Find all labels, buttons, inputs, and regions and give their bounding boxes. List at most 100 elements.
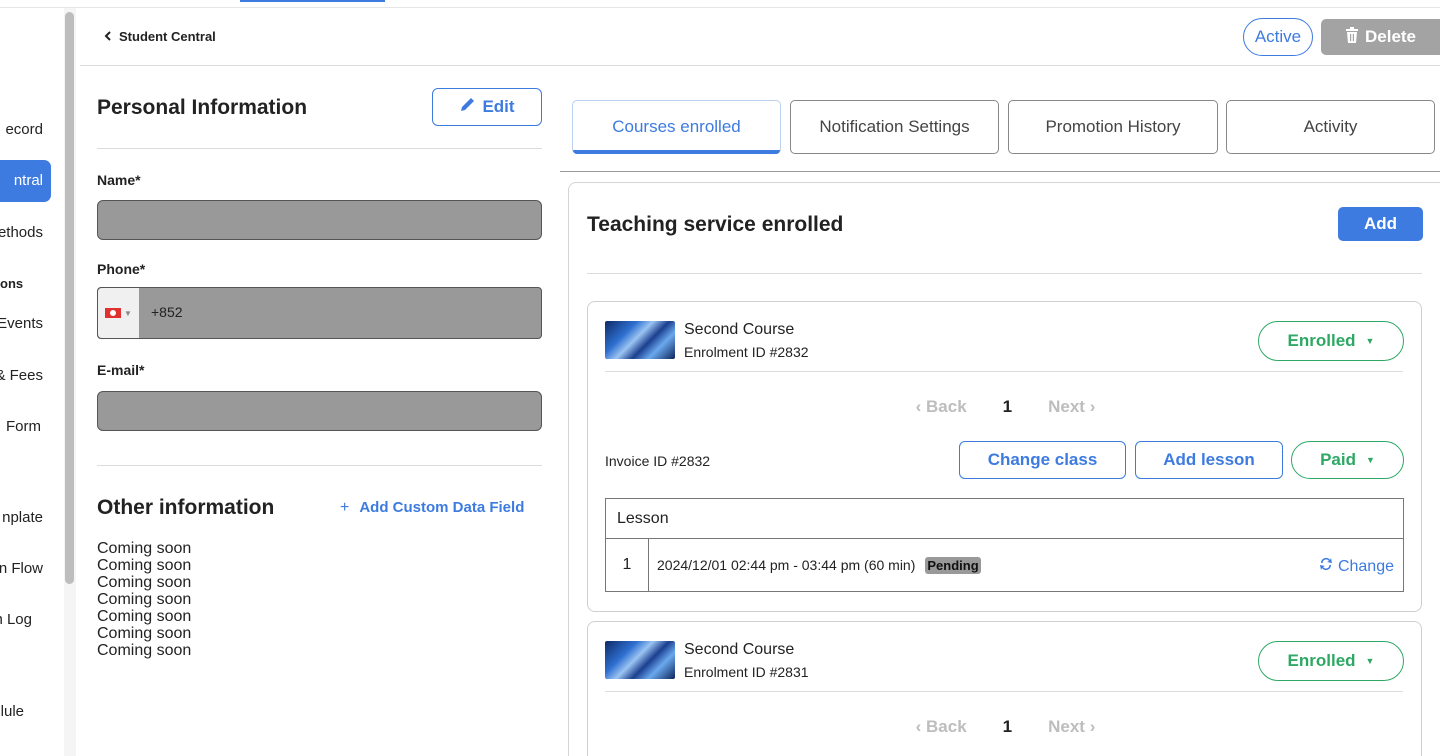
pager-back[interactable]: ‹ Back [916,397,967,417]
delete-button[interactable]: Delete [1321,19,1440,55]
add-lesson-button[interactable]: Add lesson [1135,441,1283,479]
enrolment-card: Second Course Enrolment ID #2831 Enrolle… [587,621,1422,756]
other-info-line: Coming soon [97,642,192,659]
pager-next-label: Next [1048,717,1085,736]
country-code-selector[interactable]: ▼ [98,288,140,338]
section-divider [97,148,542,149]
enrolment-id: Enrolment ID #2831 [684,664,809,680]
sidebar-item-schedule[interactable]: lule [0,691,51,733]
pager-next[interactable]: Next › [1048,397,1095,417]
table-row: 1 2024/12/01 02:44 pm - 03:44 pm (60 min… [606,539,1403,591]
phone-field[interactable]: ▼ +852 [97,287,542,339]
other-info-list: Coming soon Coming soon Coming soon Comi… [97,540,191,659]
phone-country-code: +852 [151,304,183,320]
other-info-line: Coming soon [97,540,192,557]
section-divider [97,465,542,466]
add-custom-field-label: Add Custom Data Field [359,499,525,516]
lesson-time: 2024/12/01 02:44 pm - 03:44 pm (60 min) [657,557,916,573]
sidebar-item-template[interactable]: nplate [0,497,51,539]
enrolment-status-dropdown[interactable]: Enrolled ▼ [1258,641,1404,681]
sync-icon [1318,556,1334,577]
sidebar-item-fees[interactable]: & Fees [0,355,51,397]
enrolment-divider [605,691,1403,692]
enrolment-status-label: Enrolled [1287,651,1356,670]
sidebar-item-flow[interactable]: n Flow [0,548,51,590]
name-label: Name* [97,172,141,188]
back-link[interactable]: Student Central [104,29,216,44]
caret-down-icon: ▼ [124,308,132,318]
top-strip [0,0,1440,8]
tab-activity[interactable]: Activity [1226,100,1435,154]
courses-panel: Courses enrolled Notification Settings P… [560,66,1440,756]
top-tab-indicator [240,0,385,2]
sidebar-item-form[interactable]: Form [0,406,51,448]
other-info-line: Coming soon [97,625,192,642]
sidebar-item-events[interactable]: Events [0,303,51,345]
card-divider [587,273,1422,274]
change-class-button[interactable]: Change class [959,441,1126,479]
change-lesson-link[interactable]: Change [1318,556,1394,577]
change-lesson-label: Change [1337,557,1394,575]
enrolment-card: Second Course Enrolment ID #2832 Enrolle… [587,301,1422,612]
email-field[interactable] [97,391,542,431]
other-info-line: Coming soon [97,591,192,608]
caret-down-icon: ▼ [1365,455,1375,465]
other-info-line: Coming soon [97,574,192,591]
course-name: Second Course [684,321,795,338]
tab-label: Courses enrolled [612,117,741,136]
payment-status-dropdown[interactable]: Paid ▼ [1291,441,1404,479]
pager-next-label: Next [1048,397,1085,416]
lesson-table-header: Lesson [606,499,1403,539]
back-link-label: Student Central [119,29,216,44]
lesson-number: 1 [606,539,649,591]
lesson-pager: ‹ Back 1 Next › [588,397,1423,417]
trash-icon [1345,26,1359,48]
course-thumbnail [605,641,675,679]
sidebar-item-record[interactable]: ecord [0,109,51,151]
sidebar-item-student-central[interactable]: ntral [0,160,51,202]
chevron-left-icon [104,29,113,44]
edit-button[interactable]: Edit [432,88,542,126]
email-label: E-mail* [97,362,145,378]
pager-back-label: Back [926,717,967,736]
sidebar-section-heading: ons [0,276,24,291]
add-enrolment-button[interactable]: Add [1338,207,1423,241]
active-tab-indicator [573,150,780,154]
page-header: Student Central Active Delete [80,8,1440,66]
scrollbar-thumb[interactable] [65,12,74,584]
tab-label: Activity [1303,117,1358,136]
pager-current-page: 1 [1002,717,1013,736]
sidebar-item-log[interactable]: n Log [0,599,51,641]
status-toggle[interactable]: Active [1243,18,1313,56]
sidebar-scrollbar[interactable] [64,8,76,756]
other-info-title: Other information [97,496,275,519]
plus-icon: + [340,499,350,516]
other-info-line: Coming soon [97,557,192,574]
other-info-line: Coming soon [97,608,192,625]
invoice-id: Invoice ID #2832 [605,453,711,469]
lesson-table: Lesson 1 2024/12/01 02:44 pm - 03:44 pm … [605,498,1404,592]
course-name: Second Course [684,641,795,658]
payment-status-label: Paid [1320,450,1356,469]
tab-courses-enrolled[interactable]: Courses enrolled [572,100,781,154]
sidebar-item-payment-methods[interactable]: ethods [0,212,51,254]
pager-next[interactable]: Next › [1048,717,1095,737]
pencil-icon [459,96,476,118]
add-custom-field-link[interactable]: + Add Custom Data Field [340,499,524,517]
tab-notification-settings[interactable]: Notification Settings [790,100,999,154]
tab-label: Notification Settings [819,117,970,136]
phone-label: Phone* [97,261,146,277]
edit-button-label: Edit [482,97,515,116]
status-badge: Pending [925,556,981,574]
personal-info-panel: Personal Information Edit Name* Phone* ▼… [80,66,560,756]
pager-back-label: Back [926,397,967,416]
enrolment-status-label: Enrolled [1287,331,1356,350]
enrolment-status-dropdown[interactable]: Enrolled ▼ [1258,321,1404,361]
lesson-pager: ‹ Back 1 Next › [588,717,1423,737]
tab-promotion-history[interactable]: Promotion History [1008,100,1218,154]
teaching-service-title: Teaching service enrolled [587,213,844,236]
sidebar: ecord ntral ethods ons Events & Fees For… [0,8,62,756]
pager-current-page: 1 [1002,397,1013,416]
name-field[interactable] [97,200,542,240]
pager-back[interactable]: ‹ Back [916,717,967,737]
